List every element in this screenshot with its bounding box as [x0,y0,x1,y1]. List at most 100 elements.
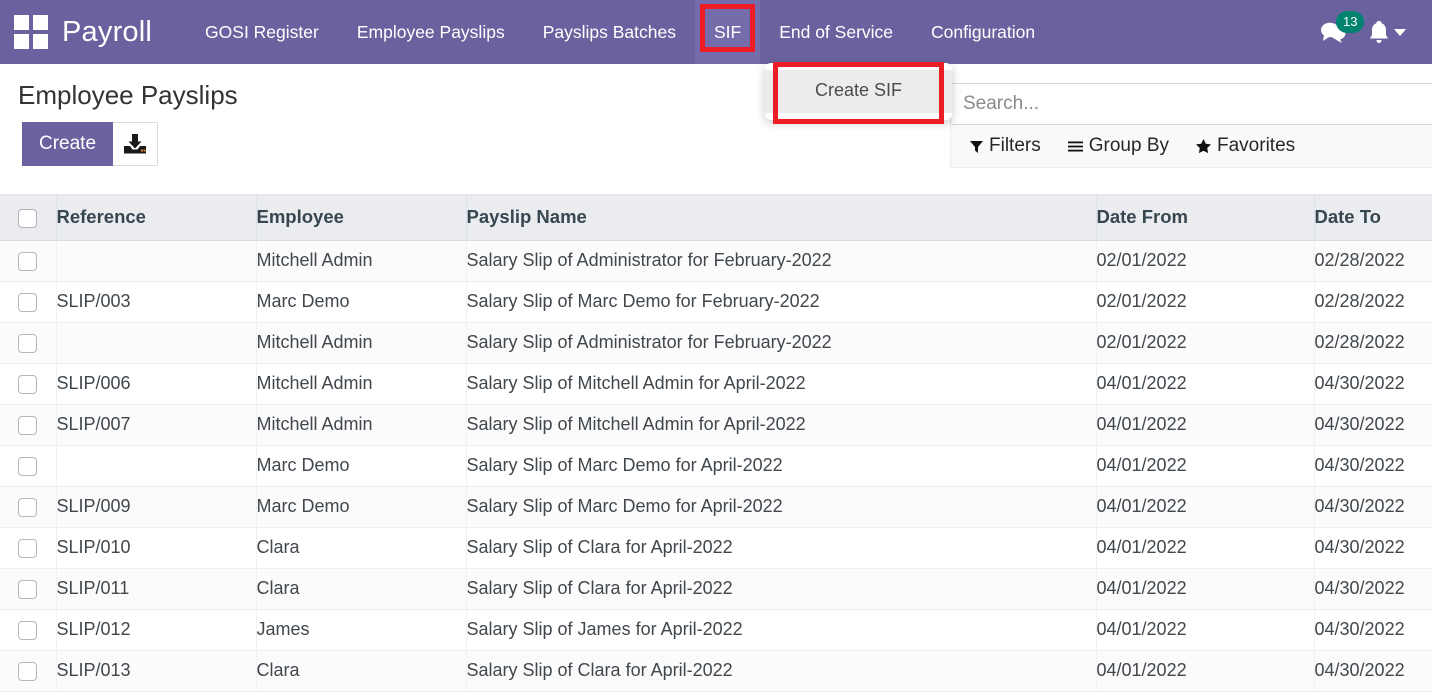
row-checkbox[interactable] [18,456,38,476]
cell-reference: SLIP/006 [56,363,257,405]
row-checkbox[interactable] [18,538,38,558]
cell-payslip-name: Salary Slip of Mitchell Admin for April-… [466,404,1097,446]
cell-date-to: 04/30/2022 [1314,486,1432,528]
menu-item-create-sif[interactable]: Create SIF [765,62,952,124]
select-all-checkbox[interactable] [18,208,38,228]
row-select-cell [0,281,57,323]
row-select-cell [0,363,57,405]
cell-date-from: 04/01/2022 [1096,568,1315,610]
menu-item-label: Create SIF [814,80,903,100]
table-row[interactable]: SLIP/003 Marc Demo Salary Slip of Marc Dem… [0,281,1432,323]
table-row[interactable]: Mitchell Admin Salary Slip of Administrat… [0,322,1432,364]
row-checkbox[interactable] [18,374,38,394]
search-box[interactable] [950,83,1432,125]
nav-item-employee-payslips[interactable]: Employee Payslips [338,0,524,64]
table-row[interactable]: SLIP/007 Mitchell Admin Salary Slip of Mit… [0,404,1432,446]
cell-date-from: 04/01/2022 [1096,527,1315,569]
nav-item-label: GOSI Register [205,21,319,42]
column-header-date-from[interactable]: Date From [1096,195,1315,241]
table-row[interactable]: SLIP/011 Clara Salary Slip of Clara for Ap… [0,568,1432,610]
groupby-dropdown-button[interactable]: Group By [1067,135,1169,157]
groupby-label: Group By [1088,135,1169,156]
cell-employee: Marc Demo [256,281,467,323]
app-brand-title: Payroll [62,16,153,48]
cell-reference: SLIP/012 [56,609,257,651]
table-body: Mitchell Admin Salary Slip of Administrat… [0,240,1432,692]
row-checkbox[interactable] [18,497,38,517]
favorites-label: Favorites [1217,135,1296,156]
table-row[interactable]: SLIP/012 James Salary Slip of James for Ap… [0,609,1432,651]
cell-employee: Mitchell Admin [256,363,467,405]
create-button[interactable]: Create [22,122,114,167]
cell-employee: Mitchell Admin [256,240,467,282]
nav-item-label: Payslips Batches [542,21,676,42]
cell-reference [56,240,257,282]
filters-dropdown-button[interactable]: Filters [969,135,1041,157]
row-checkbox[interactable] [18,251,38,271]
cell-employee: Clara [256,527,467,569]
apps-menu-toggle[interactable] [0,0,62,64]
column-header-employee[interactable]: Employee [256,195,467,241]
nav-item-payslips-batches[interactable]: Payslips Batches [524,0,695,64]
table-row[interactable]: Marc Demo Salary Slip of Marc Demo for Ap… [0,445,1432,487]
nav-item-sif[interactable]: SIF [694,0,761,64]
row-checkbox[interactable] [18,415,38,435]
nav-item-configuration[interactable]: Configuration [912,0,1054,64]
list-view: Reference Employee Payslip Name Date Fro… [0,195,1432,692]
favorites-dropdown-button[interactable]: Favorites [1195,135,1295,157]
cell-payslip-name: Salary Slip of Marc Demo for April-2022 [466,486,1097,528]
table-header-row: Reference Employee Payslip Name Date Fro… [0,195,1432,241]
cell-date-to: 04/30/2022 [1314,650,1432,692]
messages-menu-button[interactable]: 13 [1310,0,1365,64]
table-row[interactable]: SLIP/006 Mitchell Admin Salary Slip of Mit… [0,363,1432,405]
cell-date-from: 04/01/2022 [1096,486,1315,528]
cell-employee: Mitchell Admin [256,322,467,364]
cell-payslip-name: Salary Slip of Administrator for Februar… [466,240,1097,282]
row-checkbox[interactable] [18,579,38,599]
table-row[interactable]: SLIP/010 Clara Salary Slip of Clara for Ap… [0,527,1432,569]
payslips-table: Reference Employee Payslip Name Date Fro… [0,195,1432,692]
cell-date-to: 04/30/2022 [1314,609,1432,651]
nav-item-end-of-service[interactable]: End of Service [760,0,912,64]
cell-date-to: 04/30/2022 [1314,404,1432,446]
navbar-systray: 13 [1310,0,1432,64]
row-checkbox[interactable] [18,292,38,312]
row-select-cell [0,404,57,446]
row-checkbox[interactable] [18,620,38,640]
star-icon [1196,139,1211,154]
main-menu-items: GOSI Register Employee Payslips Payslips… [186,0,1310,64]
row-checkbox[interactable] [18,661,38,681]
row-select-cell [0,650,57,692]
row-select-cell [0,609,57,651]
cell-date-from: 04/01/2022 [1096,363,1315,405]
chevron-down-icon [1394,28,1406,36]
bell-icon [1370,21,1388,43]
searchview: Filters Group By Favorites [950,83,1432,168]
table-row[interactable]: Mitchell Admin Salary Slip of Administrat… [0,240,1432,282]
activities-menu-button[interactable] [1360,0,1414,64]
nav-item-gosi-register[interactable]: GOSI Register [186,0,338,64]
search-input[interactable] [963,93,1420,115]
table-row[interactable]: SLIP/009 Marc Demo Salary Slip of Marc Dem… [0,486,1432,528]
table-row[interactable]: SLIP/013 Clara Salary Slip of Clara for Ap… [0,650,1432,692]
cell-date-to: 02/28/2022 [1314,322,1432,364]
column-header-reference[interactable]: Reference [56,195,257,241]
cell-date-to: 04/30/2022 [1314,568,1432,610]
import-button[interactable] [113,122,158,167]
cell-date-to: 02/28/2022 [1314,240,1432,282]
cell-date-from: 02/01/2022 [1096,281,1315,323]
row-select-cell [0,486,57,528]
row-select-cell [0,527,57,569]
column-header-date-to[interactable]: Date To [1314,195,1432,241]
cell-date-from: 02/01/2022 [1096,322,1315,364]
cell-payslip-name: Salary Slip of Clara for April-2022 [466,568,1097,610]
column-header-payslip-name[interactable]: Payslip Name [466,195,1097,241]
row-checkbox[interactable] [18,333,38,353]
row-select-cell [0,240,57,282]
cell-date-from: 04/01/2022 [1096,650,1315,692]
cell-employee: Marc Demo [256,445,467,487]
nav-item-label: End of Service [779,21,894,42]
funnel-icon [970,140,983,153]
cell-employee: James [256,609,467,651]
cell-employee: Clara [256,568,467,610]
